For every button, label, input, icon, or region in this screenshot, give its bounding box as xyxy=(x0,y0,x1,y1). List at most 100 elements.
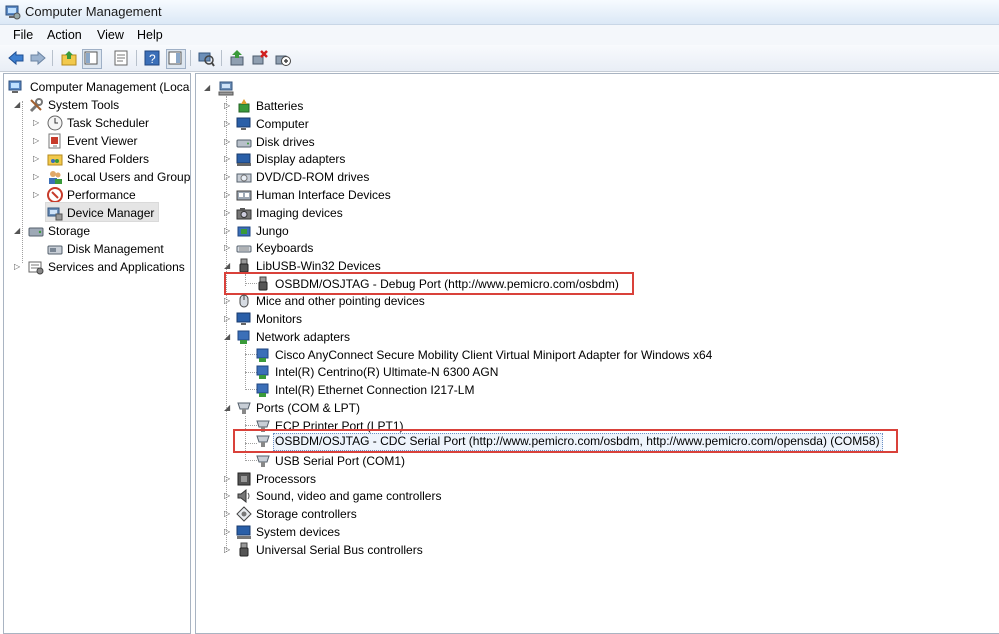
up-folder-icon[interactable] xyxy=(60,49,78,67)
tree-node-network-adapters[interactable]: ◢ Network adapters xyxy=(224,328,524,346)
toolbar-separator xyxy=(136,50,137,66)
collapse-arrow-icon[interactable]: ◢ xyxy=(14,99,23,111)
network-adapter-icon xyxy=(255,382,271,398)
tree-node-task-scheduler[interactable]: ▷ Task Scheduler xyxy=(33,114,190,132)
expand-arrow-icon[interactable]: ▷ xyxy=(224,153,233,165)
expand-arrow-icon[interactable]: ▷ xyxy=(224,225,233,237)
forward-arrow-icon[interactable] xyxy=(29,49,47,67)
expand-arrow-icon[interactable]: ▷ xyxy=(224,242,233,254)
menu-file[interactable]: File xyxy=(13,28,33,42)
tree-label: Jungo xyxy=(256,224,289,238)
tree-node-disk-management[interactable]: Disk Management xyxy=(33,240,190,258)
tree-node-system-devices[interactable]: ▷ System devices xyxy=(224,523,524,541)
jungo-device-icon xyxy=(236,223,252,239)
expand-arrow-icon[interactable]: ▷ xyxy=(224,526,233,538)
expand-arrow-icon[interactable]: ▷ xyxy=(33,171,42,183)
tree-node-hid[interactable]: ▷ Human Interface Devices xyxy=(224,186,524,204)
tree-node-sound[interactable]: ▷ Sound, video and game controllers xyxy=(224,487,524,505)
tree-node-intel-wifi[interactable]: Intel(R) Centrino(R) Ultimate-N 6300 AGN xyxy=(243,363,643,381)
tree-node-computer-root[interactable]: ◢ xyxy=(204,79,264,97)
collapse-arrow-icon[interactable]: ◢ xyxy=(224,402,233,414)
tree-node-batteries[interactable]: ▷ Batteries xyxy=(224,97,524,115)
collapse-arrow-icon[interactable]: ◢ xyxy=(224,331,233,343)
tree-node-osbdm-cdc-serial-port[interactable]: OSBDM/OSJTAG - CDC Serial Port (http://w… xyxy=(243,432,883,450)
menu-help[interactable]: Help xyxy=(137,28,163,42)
expand-arrow-icon[interactable]: ▷ xyxy=(33,117,42,129)
expand-arrow-icon[interactable]: ▷ xyxy=(224,313,233,325)
tree-label: LibUSB-Win32 Devices xyxy=(256,259,381,273)
tree-node-disk-drives[interactable]: ▷ Disk drives xyxy=(224,133,524,151)
system-tools-icon xyxy=(28,97,44,113)
tree-node-display-adapters[interactable]: ▷ Display adapters xyxy=(224,150,524,168)
tree-node-computer[interactable]: ▷ Computer xyxy=(224,115,524,133)
collapse-arrow-icon[interactable]: ◢ xyxy=(14,225,23,237)
tree-label: System Tools xyxy=(48,98,120,112)
keyboard-icon xyxy=(236,240,252,256)
expand-arrow-icon[interactable]: ▷ xyxy=(224,207,233,219)
expand-arrow-icon[interactable]: ▷ xyxy=(33,153,42,165)
show-action-pane-icon[interactable] xyxy=(166,49,186,69)
collapse-arrow-icon[interactable]: ◢ xyxy=(204,82,213,94)
disable-device-icon[interactable] xyxy=(274,49,292,67)
expand-arrow-icon[interactable]: ▷ xyxy=(224,490,233,502)
tree-label: Ports (COM & LPT) xyxy=(256,401,361,415)
expand-arrow-icon[interactable]: ▷ xyxy=(224,136,233,148)
tree-node-storage[interactable]: ◢ Storage xyxy=(14,222,190,240)
tree-node-monitors[interactable]: ▷ Monitors xyxy=(224,310,524,328)
tree-node-local-users[interactable]: ▷ Local Users and Groups xyxy=(33,168,190,186)
uninstall-device-icon[interactable] xyxy=(251,49,269,67)
tree-node-mice[interactable]: ▷ Mice and other pointing devices xyxy=(224,292,524,310)
tree-label: Storage xyxy=(48,224,91,238)
tree-label: Device Manager xyxy=(67,206,155,220)
menu-action[interactable]: Action xyxy=(47,28,82,42)
tree-label: Task Scheduler xyxy=(67,116,150,130)
help-icon[interactable]: ? xyxy=(143,49,161,67)
tree-node-device-manager[interactable]: Device Manager xyxy=(33,204,190,222)
menu-view[interactable]: View xyxy=(97,28,124,42)
navigation-tree[interactable]: Computer Management (Local ◢ System Tool… xyxy=(3,73,191,634)
tree-node-usb-serial-port[interactable]: USB Serial Port (COM1) xyxy=(243,452,643,470)
properties-icon[interactable] xyxy=(112,49,130,67)
tree-node-root[interactable]: Computer Management (Local xyxy=(5,78,190,96)
mouse-icon xyxy=(236,293,252,309)
tree-node-event-viewer[interactable]: ▷ Event Viewer xyxy=(33,132,190,150)
update-driver-icon[interactable] xyxy=(228,49,246,67)
tree-node-storage-controllers[interactable]: ▷ Storage controllers xyxy=(224,505,524,523)
toolbar-separator xyxy=(52,50,53,66)
tree-node-cisco-adapter[interactable]: Cisco AnyConnect Secure Mobility Client … xyxy=(243,346,763,364)
dvd-drive-icon xyxy=(236,169,252,185)
tree-node-imaging[interactable]: ▷ Imaging devices xyxy=(224,204,524,222)
tree-node-system-tools[interactable]: ◢ System Tools xyxy=(14,96,190,114)
expand-arrow-icon[interactable]: ▷ xyxy=(14,261,23,273)
show-hide-tree-icon[interactable] xyxy=(82,49,102,69)
tree-label: Intel(R) Centrino(R) Ultimate-N 6300 AGN xyxy=(275,365,499,379)
expand-arrow-icon[interactable]: ▷ xyxy=(224,544,233,556)
tree-label: Keyboards xyxy=(256,241,314,255)
expand-arrow-icon[interactable]: ▷ xyxy=(224,189,233,201)
expand-arrow-icon[interactable]: ▷ xyxy=(33,189,42,201)
tree-node-jungo[interactable]: ▷ Jungo xyxy=(224,222,524,240)
expand-arrow-icon[interactable]: ▷ xyxy=(224,118,233,130)
expand-arrow-icon[interactable]: ▷ xyxy=(224,508,233,520)
expand-arrow-icon[interactable]: ▷ xyxy=(224,171,233,183)
tree-node-osbdm-debug-port[interactable]: OSBDM/OSJTAG - Debug Port (http://www.pe… xyxy=(243,275,623,293)
tree-node-usb-controllers[interactable]: ▷ Universal Serial Bus controllers xyxy=(224,541,524,559)
collapse-arrow-icon[interactable]: ◢ xyxy=(224,260,233,272)
port-icon xyxy=(255,453,271,469)
back-arrow-icon[interactable] xyxy=(7,49,25,67)
expand-arrow-icon[interactable]: ▷ xyxy=(33,135,42,147)
tree-node-services[interactable]: ▷ Services and Applications xyxy=(14,258,190,276)
title-bar: Computer Management xyxy=(0,0,999,25)
expand-arrow-icon[interactable]: ▷ xyxy=(224,100,233,112)
tree-node-ports[interactable]: ◢ Ports (COM & LPT) xyxy=(224,399,524,417)
scan-hardware-icon[interactable] xyxy=(197,49,215,67)
tree-label: Universal Serial Bus controllers xyxy=(256,543,423,557)
tree-node-shared-folders[interactable]: ▷ Shared Folders xyxy=(33,150,190,168)
tree-node-intel-ethernet[interactable]: Intel(R) Ethernet Connection I217-LM xyxy=(243,381,643,399)
device-tree[interactable]: ◢ ▷ Batteries ▷ Computer ▷ Disk drives ▷… xyxy=(195,73,999,634)
expand-arrow-icon[interactable]: ▷ xyxy=(224,295,233,307)
expand-arrow-icon[interactable]: ▷ xyxy=(224,473,233,485)
tree-node-processors[interactable]: ▷ Processors xyxy=(224,470,524,488)
tree-node-dvd-drives[interactable]: ▷ DVD/CD-ROM drives xyxy=(224,168,524,186)
tree-node-keyboards[interactable]: ▷ Keyboards xyxy=(224,239,524,257)
